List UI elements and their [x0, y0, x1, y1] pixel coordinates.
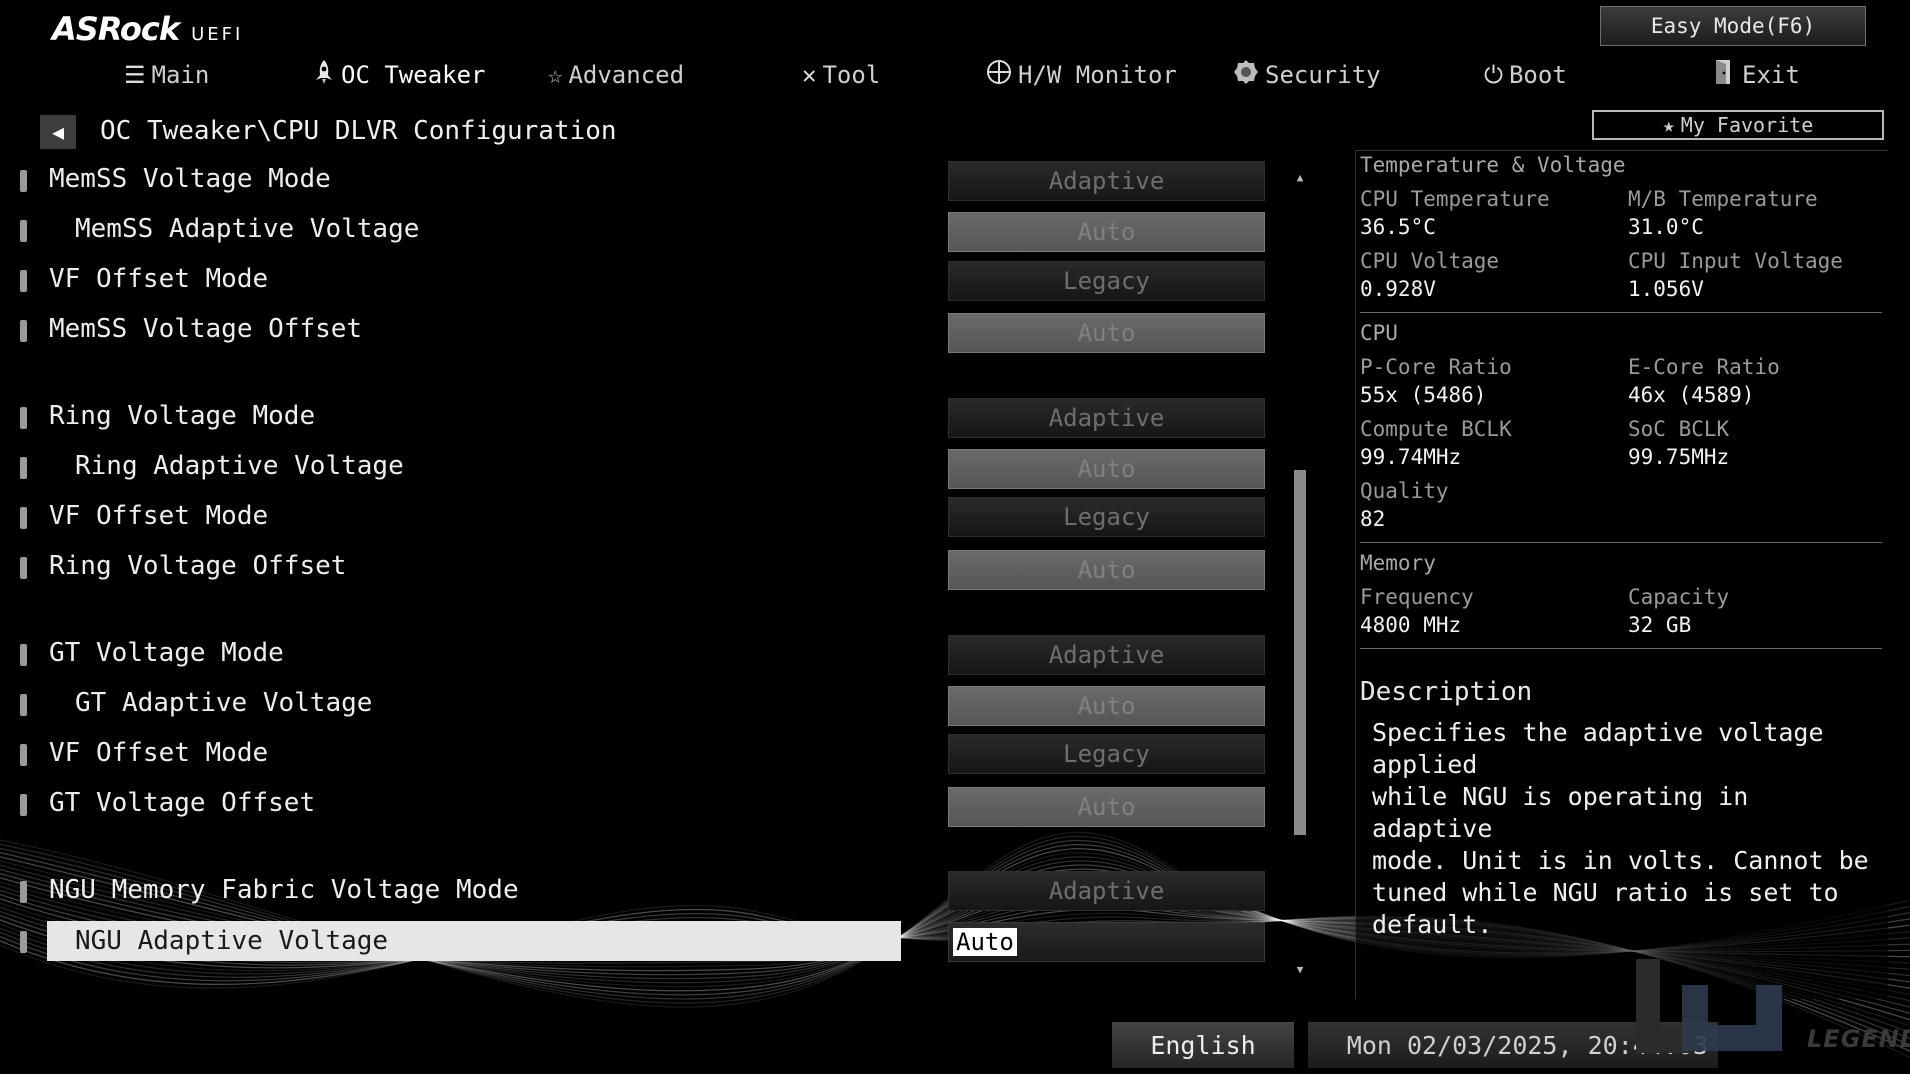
compute-bclk-label: Compute BCLK [1360, 417, 1512, 441]
scroll-down-arrow-icon[interactable]: ▼ [1293, 962, 1307, 978]
tab-exit-label: Exit [1742, 61, 1800, 89]
setting-value[interactable]: Adaptive [948, 398, 1265, 438]
setting-value[interactable]: Adaptive [948, 635, 1265, 675]
star-icon: ★ [1662, 113, 1675, 137]
cpu-temp-label: CPU Temperature [1360, 187, 1550, 211]
watermark-text: LEGEND [1807, 1025, 1910, 1053]
compute-bclk-value: 99.74MHz [1360, 445, 1462, 469]
cpu-temp-value: 36.5°C [1360, 215, 1436, 239]
row-marker [20, 270, 27, 292]
description-text: Specifies the adaptive voltage applied w… [1372, 718, 1869, 939]
row-marker [20, 744, 27, 766]
ecore-ratio-value: 46x (4589) [1628, 383, 1755, 407]
setting-value[interactable]: Auto [948, 449, 1265, 489]
setting-label: Ring Adaptive Voltage [75, 451, 404, 481]
ecore-ratio-label: E-Core Ratio [1628, 355, 1780, 379]
memory-frequency-value: 4800 MHz [1360, 613, 1462, 637]
setting-value[interactable]: Legacy [948, 497, 1265, 537]
temp-voltage-title: Temperature & Voltage [1360, 153, 1626, 177]
divider [1360, 648, 1882, 649]
setting-value[interactable]: Adaptive [948, 161, 1265, 201]
row-marker [20, 320, 27, 342]
row-marker [20, 557, 27, 579]
memory-frequency-label: Frequency [1360, 585, 1474, 609]
cpu-voltage-value: 0.928V [1360, 277, 1436, 301]
setting-label: MemSS Voltage Mode [49, 164, 331, 194]
setting-label: Ring Voltage Mode [49, 401, 316, 431]
row-marker [20, 407, 27, 429]
setting-label: GT Voltage Offset [49, 788, 316, 818]
setting-value[interactable]: Auto [948, 787, 1265, 827]
setting-label: MemSS Adaptive Voltage [75, 214, 420, 244]
cpu-input-voltage-value: 1.056V [1628, 277, 1704, 301]
cpu-section-title: CPU [1360, 321, 1398, 345]
my-favorite-button[interactable]: ★ My Favorite [1592, 110, 1884, 140]
setting-label: VF Offset Mode [49, 501, 269, 531]
setting-value[interactable]: Adaptive [948, 871, 1265, 911]
soc-bclk-label: SoC BCLK [1628, 417, 1730, 441]
setting-label: Ring Voltage Offset [49, 551, 347, 581]
divider [1360, 542, 1882, 543]
quality-value: 82 [1360, 507, 1386, 531]
settings-list: MemSS Voltage Mode Adaptive MemSS Adapti… [0, 0, 1340, 1000]
my-favorite-label: My Favorite [1680, 113, 1814, 137]
row-marker [20, 694, 27, 716]
setting-label: GT Adaptive Voltage [75, 688, 373, 718]
tab-boot[interactable]: ⏻ Boot [1484, 56, 1567, 94]
easy-mode-button[interactable]: Easy Mode(F6) [1600, 6, 1866, 46]
cpu-input-voltage-label: CPU Input Voltage [1628, 249, 1843, 273]
quality-label: Quality [1360, 479, 1449, 503]
row-marker [20, 644, 27, 666]
setting-value[interactable]: Auto [948, 212, 1265, 252]
divider [1360, 312, 1882, 313]
row-marker [20, 170, 27, 192]
watermark-logo: LEGEND [1632, 955, 1910, 1067]
setting-label: VF Offset Mode [49, 738, 269, 768]
description-title: Description [1360, 677, 1533, 707]
scrollbar[interactable]: ▲ ▼ [1293, 170, 1307, 978]
memory-capacity-value: 32 GB [1628, 613, 1692, 637]
setting-value[interactable]: Legacy [948, 261, 1265, 301]
tab-exit[interactable]: Exit [1714, 56, 1800, 94]
setting-value-text: Auto [953, 928, 1017, 956]
setting-value-current[interactable]: Auto [948, 922, 1265, 962]
row-marker [20, 931, 27, 953]
memory-capacity-label: Capacity [1628, 585, 1730, 609]
setting-value[interactable]: Auto [948, 550, 1265, 590]
power-icon: ⏻ [1484, 61, 1503, 89]
pcore-ratio-value: 55x (5486) [1360, 383, 1487, 407]
mb-temp-label: M/B Temperature [1628, 187, 1818, 211]
setting-value[interactable]: Auto [948, 686, 1265, 726]
pcore-ratio-label: P-Core Ratio [1360, 355, 1512, 379]
exit-icon [1714, 59, 1736, 91]
setting-value[interactable]: Auto [948, 313, 1265, 353]
setting-label: MemSS Voltage Offset [49, 314, 363, 344]
row-marker [20, 457, 27, 479]
row-marker [20, 507, 27, 529]
cpu-voltage-label: CPU Voltage [1360, 249, 1500, 273]
setting-label: VF Offset Mode [49, 264, 269, 294]
mb-temp-value: 31.0°C [1628, 215, 1704, 239]
row-marker [20, 794, 27, 816]
setting-label: GT Voltage Mode [49, 638, 284, 668]
setting-label: NGU Memory Fabric Voltage Mode [49, 875, 519, 905]
setting-value[interactable]: Legacy [948, 734, 1265, 774]
info-panel: Temperature & Voltage CPU Temperature 36… [1355, 150, 1888, 999]
row-marker [20, 220, 27, 242]
tab-boot-label: Boot [1508, 61, 1567, 89]
row-marker [20, 881, 27, 903]
setting-label: NGU Adaptive Voltage [75, 926, 389, 956]
memory-section-title: Memory [1360, 551, 1436, 575]
soc-bclk-value: 99.75MHz [1628, 445, 1730, 469]
language-button[interactable]: English [1112, 1022, 1294, 1068]
scroll-up-arrow-icon[interactable]: ▲ [1293, 170, 1307, 186]
scrollbar-thumb[interactable] [1294, 470, 1306, 835]
